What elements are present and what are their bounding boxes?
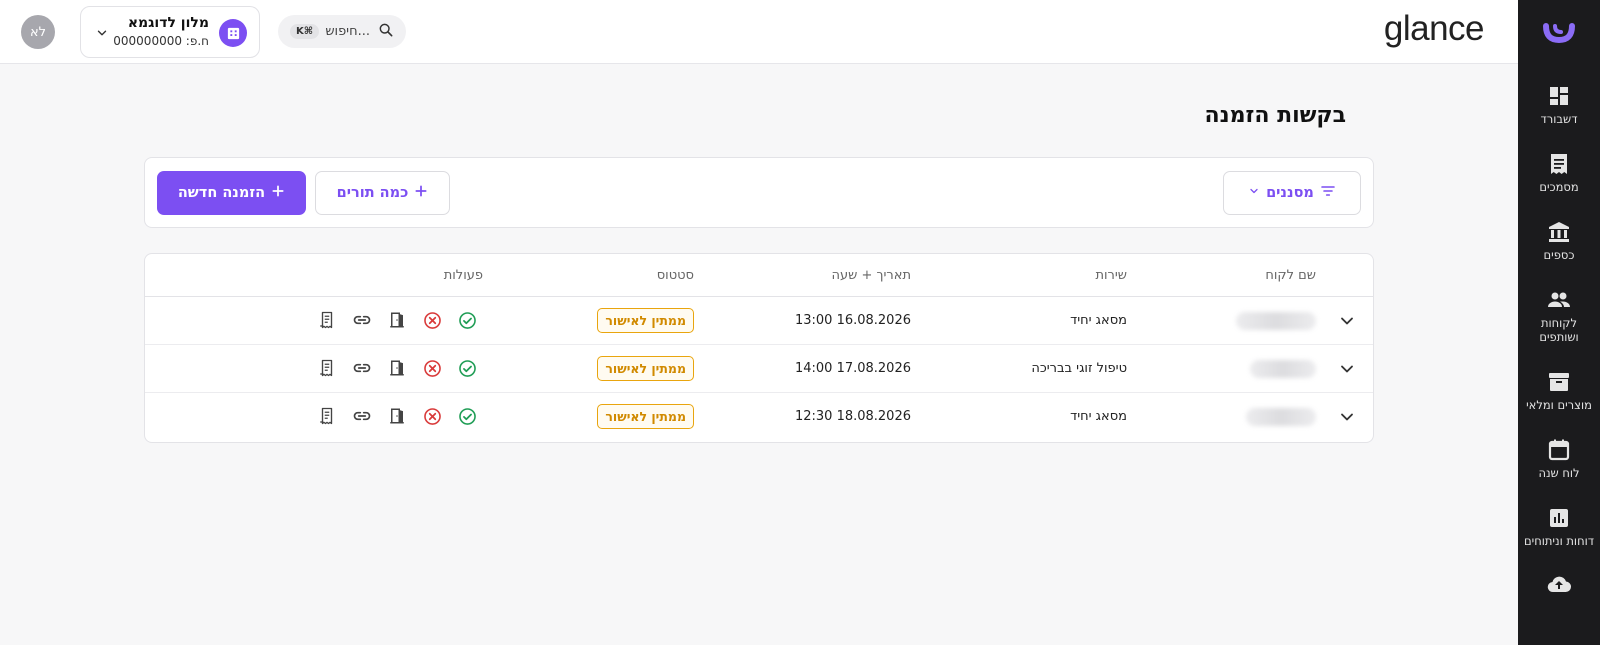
archive-icon xyxy=(1549,373,1569,391)
dashboard-icon xyxy=(1550,87,1568,105)
table-row[interactable]: טיפול זוגי בבריכה 14:00 17.08.2026 ממתין… xyxy=(145,345,1373,393)
sidebar-item-finance[interactable]: כספים xyxy=(1518,220,1600,262)
column-datetime[interactable]: תאריך + שעה xyxy=(832,268,911,283)
business-id: ח.פ: 000000000 xyxy=(113,34,209,48)
invoice-icon[interactable] xyxy=(316,405,338,427)
service-cell: מסאג יחיד xyxy=(1070,409,1127,424)
sidebar-item-label: דוחות וניתוחים xyxy=(1524,534,1594,548)
table-header: שם לקוח שירות תאריך + שעה סטטוס פעולות xyxy=(145,254,1373,297)
brand-logo[interactable]: glance xyxy=(1384,9,1485,49)
approve-icon[interactable] xyxy=(456,309,478,331)
door-icon[interactable] xyxy=(386,405,408,427)
new-booking-label: הזמנה חדשה xyxy=(177,185,266,201)
plus-icon xyxy=(271,184,285,202)
chevron-down-icon[interactable] xyxy=(1337,311,1357,331)
search-placeholder: חיפוש... xyxy=(325,24,370,39)
plus-icon xyxy=(414,184,428,202)
sidebar-item-upload[interactable] xyxy=(1518,572,1600,600)
top-header: לא מלון לדוגמא ח.פ: 000000000 K⌘ חיפוש..… xyxy=(0,0,1518,64)
status-badge: ממתין לאישור xyxy=(597,404,694,429)
door-icon[interactable] xyxy=(386,309,408,331)
invoice-icon[interactable] xyxy=(316,309,338,331)
reject-icon[interactable] xyxy=(421,357,443,379)
new-booking-button[interactable]: הזמנה חדשה xyxy=(157,171,306,215)
invoice-icon[interactable] xyxy=(316,357,338,379)
user-avatar[interactable]: לא xyxy=(21,15,55,49)
status-badge: ממתין לאישור xyxy=(597,356,694,381)
sidebar-item-dashboard[interactable]: דשבורד xyxy=(1518,84,1600,126)
datetime-cell: 14:00 17.08.2026 xyxy=(794,361,911,376)
approve-icon[interactable] xyxy=(456,405,478,427)
filter-icon xyxy=(1320,183,1336,203)
customer-name-redacted xyxy=(1250,360,1316,378)
link-icon[interactable] xyxy=(351,405,373,427)
link-icon[interactable] xyxy=(351,309,373,331)
customer-name-redacted xyxy=(1236,312,1316,330)
sidebar: דשבורד מסמכים כספים לקוחות ושותפים מוצרי… xyxy=(1518,0,1600,645)
app-logo-icon[interactable] xyxy=(1518,0,1600,64)
service-cell: טיפול זוגי בבריכה xyxy=(1031,361,1127,376)
reject-icon[interactable] xyxy=(421,309,443,331)
shortcut-badge: K⌘ xyxy=(290,24,320,39)
toolbar: הזמנה חדשה כמה תורים מסננים xyxy=(144,157,1374,228)
sidebar-item-label: לוח שנה xyxy=(1538,466,1580,480)
business-selector[interactable]: מלון לדוגמא ח.פ: 000000000 xyxy=(80,6,260,58)
booking-requests-table: שם לקוח שירות תאריך + שעה סטטוס פעולות מ… xyxy=(144,253,1374,443)
column-customer[interactable]: שם לקוח xyxy=(1265,268,1316,283)
link-icon[interactable] xyxy=(351,357,373,379)
search-input[interactable]: K⌘ חיפוש... xyxy=(278,15,406,48)
cloud-upload-icon xyxy=(1547,576,1571,593)
sidebar-item-label: כספים xyxy=(1543,248,1575,262)
sidebar-item-products[interactable]: מוצרים ומלאי xyxy=(1518,370,1600,412)
people-icon xyxy=(1548,292,1570,307)
datetime-cell: 13:00 16.08.2026 xyxy=(794,313,911,328)
table-row[interactable]: מסאג יחיד 12:30 18.08.2026 ממתין לאישור xyxy=(145,393,1373,441)
reject-icon[interactable] xyxy=(421,405,443,427)
building-icon xyxy=(219,19,247,47)
multi-appointments-label: כמה תורים xyxy=(336,185,409,201)
column-status[interactable]: סטטוס xyxy=(657,268,694,283)
customer-name-redacted xyxy=(1246,408,1316,426)
column-service[interactable]: שירות xyxy=(1095,268,1127,283)
receipt-icon xyxy=(1551,154,1567,174)
table-row[interactable]: מסאג יחיד 13:00 16.08.2026 ממתין לאישור xyxy=(145,297,1373,345)
sidebar-item-label: מסמכים xyxy=(1539,180,1579,194)
filters-label: מסננים xyxy=(1266,185,1314,201)
chart-icon xyxy=(1550,509,1568,527)
sidebar-item-label: מוצרים ומלאי xyxy=(1526,398,1592,412)
sidebar-item-reports[interactable]: דוחות וניתוחים xyxy=(1518,506,1600,548)
service-cell: מסאג יחיד xyxy=(1070,313,1127,328)
calendar-icon xyxy=(1548,439,1570,461)
sidebar-item-documents[interactable]: מסמכים xyxy=(1518,152,1600,194)
search-icon xyxy=(378,22,394,42)
datetime-cell: 12:30 18.08.2026 xyxy=(794,409,911,424)
business-name: מלון לדוגמא xyxy=(127,15,209,31)
sidebar-item-customers[interactable]: לקוחות ושותפים xyxy=(1518,288,1600,344)
status-badge: ממתין לאישור xyxy=(597,308,694,333)
page-title: בקשות הזמנה xyxy=(1204,103,1346,128)
chevron-down-icon[interactable] xyxy=(1337,359,1357,379)
chevron-down-icon xyxy=(95,25,109,44)
chevron-down-icon[interactable] xyxy=(1337,407,1357,427)
bank-icon xyxy=(1549,222,1569,242)
multi-appointments-button[interactable]: כמה תורים xyxy=(315,171,450,215)
sidebar-item-label: דשבורד xyxy=(1540,112,1578,126)
door-icon[interactable] xyxy=(386,357,408,379)
sidebar-item-calendar[interactable]: לוח שנה xyxy=(1518,438,1600,480)
chevron-down-icon xyxy=(1248,185,1260,201)
column-actions: פעולות xyxy=(443,268,483,283)
app-root: לא מלון לדוגמא ח.פ: 000000000 K⌘ חיפוש..… xyxy=(0,0,1600,645)
sidebar-item-label: לקוחות ושותפים xyxy=(1539,316,1579,344)
filters-button[interactable]: מסננים xyxy=(1223,171,1361,215)
approve-icon[interactable] xyxy=(456,357,478,379)
